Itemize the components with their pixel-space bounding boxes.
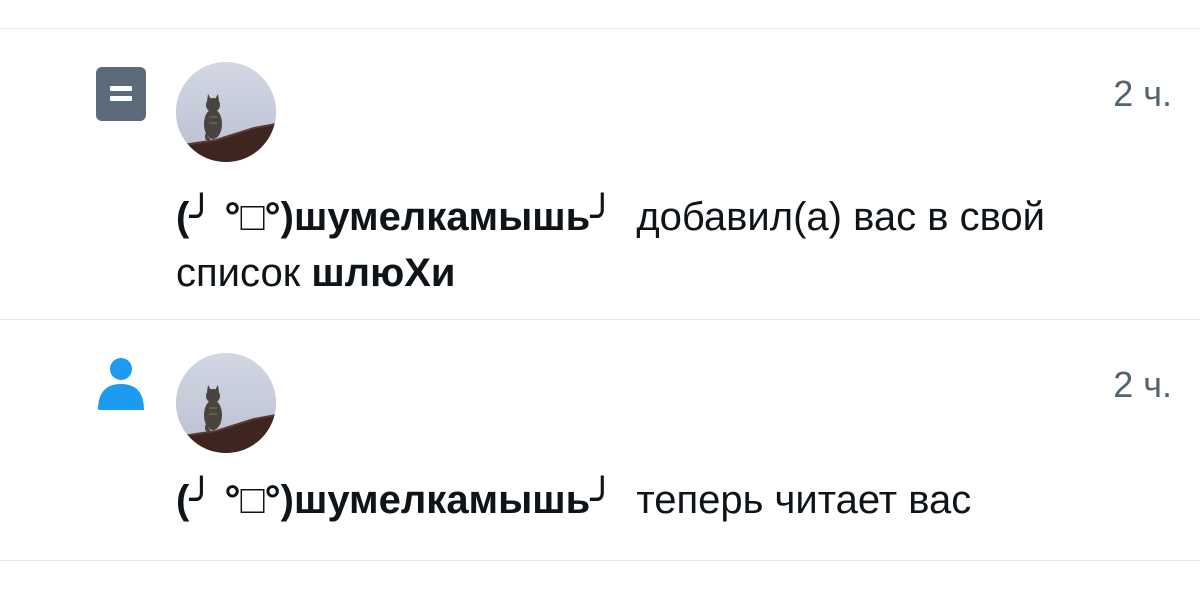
- notification-follow[interactable]: 2 ч. (╯ °□°)шумелкамышь╯ теперь читает ва…: [0, 320, 1200, 560]
- list-icon: [96, 67, 146, 121]
- action-text: теперь читает вас: [636, 478, 972, 522]
- user-name-link[interactable]: (╯ °□°)шумелкамышь╯: [176, 478, 614, 522]
- user-name-link[interactable]: (╯ °□°)шумелкамышь╯: [176, 195, 614, 239]
- list-name-link[interactable]: шлюХи: [311, 251, 455, 295]
- notification-text: (╯ °□°)шумелкамышь╯ теперь читает вас: [176, 472, 1166, 528]
- bottom-divider: [0, 560, 1200, 561]
- notification-list-add[interactable]: 2 ч. (╯ °□°)шумелкамышь╯ добавил(а) вас в…: [0, 29, 1200, 319]
- avatar[interactable]: [176, 353, 276, 453]
- avatar[interactable]: [176, 62, 276, 162]
- person-icon: [96, 356, 146, 410]
- timestamp: 2 ч.: [1113, 73, 1172, 114]
- notification-text: (╯ °□°)шумелкамышь╯ добавил(а) вас в свой…: [176, 189, 1166, 301]
- timestamp: 2 ч.: [1113, 364, 1172, 405]
